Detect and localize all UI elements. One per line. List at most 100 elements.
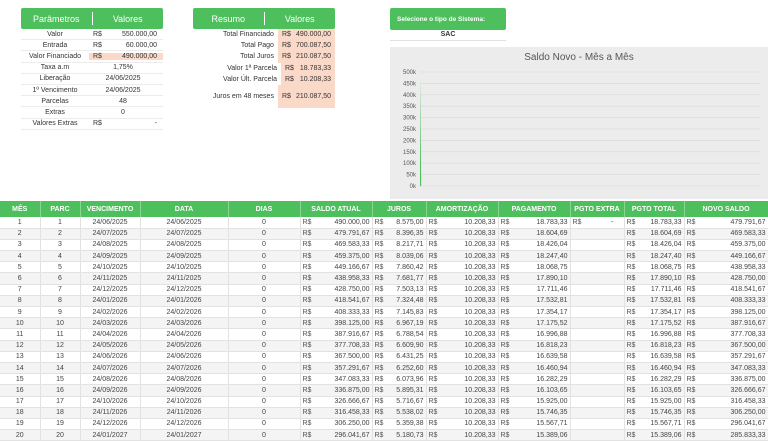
table-cell: 0: [228, 429, 301, 441]
system-type-select[interactable]: SAC: [390, 31, 506, 41]
table-cell: 6: [0, 272, 41, 285]
table-cell: 0: [228, 328, 301, 341]
table-cell: 24/06/2026: [80, 351, 141, 363]
money-cell: R$ 17.175,52: [627, 320, 682, 327]
param-value[interactable]: 1,75%: [89, 64, 163, 71]
column-header[interactable]: VENCIMENTO: [80, 201, 141, 217]
column-header[interactable]: AMORTIZAÇÃO: [426, 201, 499, 217]
series-area: [420, 76, 425, 186]
currency-symbol: R$: [374, 241, 384, 249]
currency-symbol: R$: [686, 275, 696, 283]
table-cell: 9: [40, 306, 81, 319]
column-header[interactable]: NOVO SALDO: [684, 201, 768, 217]
table-cell: 24/09/2025: [80, 250, 141, 263]
table-cell: 24/12/2026: [80, 418, 141, 431]
table-cell: R$ 10.208,33: [426, 396, 499, 408]
param-value[interactable]: 24/06/2025: [89, 87, 163, 94]
table-cell: R$ 296.041,67: [300, 429, 373, 441]
table-cell: R$ 5.538,02: [372, 407, 427, 419]
money-cell: R$ 10.208,33: [429, 286, 496, 293]
table-cell: R$ 7.860,42: [372, 261, 427, 274]
money-cell: R$ 459.375,00: [303, 253, 370, 260]
param-value[interactable]: 550.000,00: [107, 31, 163, 38]
currency-symbol: R$: [428, 353, 438, 361]
table-cell: [570, 407, 625, 419]
column-header[interactable]: MÊS: [0, 201, 41, 217]
money-cell: R$ 449.166,67: [687, 253, 766, 260]
currency-symbol: R$: [302, 297, 312, 305]
table-row: 17 17 24/10/2026 24/10/2026 0 R$ 326.666,67 R$ 5…: [0, 396, 768, 408]
column-header[interactable]: PARC: [40, 201, 81, 217]
table-cell: 24/03/2026: [140, 317, 229, 330]
column-header[interactable]: PGTO TOTAL: [624, 201, 685, 217]
y-tick-label: 50k: [406, 173, 417, 179]
table-cell: R$ 17.354,17: [498, 306, 571, 319]
money-cell: R$ 18.783,33: [501, 219, 568, 226]
money-value: 6.252,60: [396, 364, 424, 372]
currency-symbol: R$: [626, 319, 636, 327]
param-label: Extras: [45, 108, 65, 116]
table-cell: 19: [40, 418, 81, 431]
money-value: 16.460,94: [650, 364, 682, 372]
table-cell: 13: [40, 351, 81, 363]
param-value[interactable]: 48: [89, 98, 163, 105]
currency-symbol: R$: [374, 409, 384, 417]
table-cell: 24/01/2027: [80, 429, 141, 441]
resumo-row: Valor 1ª Parcela R$ 18.783,33: [193, 62, 335, 74]
money-value: 16.996,88: [536, 330, 568, 338]
param-value[interactable]: 0: [89, 109, 163, 116]
param-value[interactable]: 24/06/2025: [89, 75, 163, 82]
table-cell: R$ 10.208,33: [426, 351, 499, 363]
money-value: 10.208,33: [464, 342, 496, 350]
money-cell: R$ 16.460,94: [627, 365, 682, 372]
param-value[interactable]: 60.000,00: [107, 42, 163, 49]
currency-symbol: R$: [374, 218, 384, 226]
column-header[interactable]: PGTO EXTRA: [570, 201, 625, 217]
money-cell: R$ 16.996,88: [627, 331, 682, 338]
money-cell: R$ 15.567,71: [501, 420, 568, 427]
money-cell: R$ 17.711,46: [501, 286, 568, 293]
table-cell: R$ 6.431,25: [372, 351, 427, 363]
table-cell: 24/07/2026: [140, 362, 229, 375]
money-value: 408.333,33: [334, 308, 370, 316]
money-cell: R$ 17.175,52: [501, 320, 568, 327]
currency-symbol: R$: [500, 353, 510, 361]
money-value: 17.175,52: [650, 319, 682, 327]
table-cell: R$ 16.639,58: [624, 351, 685, 363]
table-cell: R$ 438.958,33: [300, 272, 373, 285]
param-value[interactable]: 490.000,00: [107, 52, 163, 60]
y-tick-label: 400k: [403, 93, 417, 99]
table-cell: [570, 306, 625, 319]
column-header[interactable]: PAGAMENTO: [498, 201, 571, 217]
money-cell: R$ 438.958,33: [303, 275, 370, 282]
money-cell: R$ 418.541,67: [687, 286, 766, 293]
table-cell: R$ 17.175,52: [498, 317, 571, 330]
param-label: Valor: [47, 30, 63, 38]
y-tick-label: 450k: [403, 81, 417, 87]
table-cell: R$ 10.208,33: [426, 239, 499, 252]
money-cell: R$ 469.583,33: [687, 230, 766, 237]
money-cell: R$ 285.833,33: [687, 432, 766, 439]
money-value: 17.354,17: [650, 308, 682, 316]
column-header[interactable]: JUROS: [372, 201, 427, 217]
params-header-values: Valores: [112, 13, 143, 24]
money-value: 326.666,67: [334, 398, 370, 406]
table-cell: R$ 10.208,33: [426, 418, 499, 431]
money-cell: R$ 449.166,67: [303, 264, 370, 271]
column-header[interactable]: DATA: [140, 201, 229, 217]
resumo-value: 210.087,50: [295, 53, 331, 61]
currency-symbol: R$: [302, 398, 312, 406]
y-tick-label: 250k: [403, 127, 417, 133]
money-cell: R$ 479.791,67: [687, 219, 766, 226]
column-header[interactable]: DIAS: [228, 201, 301, 217]
currency-symbol: R$: [686, 330, 696, 338]
column-header[interactable]: SALDO ATUAL: [300, 201, 373, 217]
table-cell: 0: [228, 306, 301, 319]
currency-symbol: R$: [626, 431, 636, 439]
param-row: Valor R$ 550.000,00: [21, 29, 163, 41]
param-value[interactable]: -: [107, 120, 163, 127]
currency-symbol: R$: [428, 319, 438, 327]
money-value: 10.208,33: [464, 275, 496, 283]
money-cell: R$ 377.708,33: [303, 342, 370, 349]
money-value: 15.389,06: [650, 431, 682, 439]
